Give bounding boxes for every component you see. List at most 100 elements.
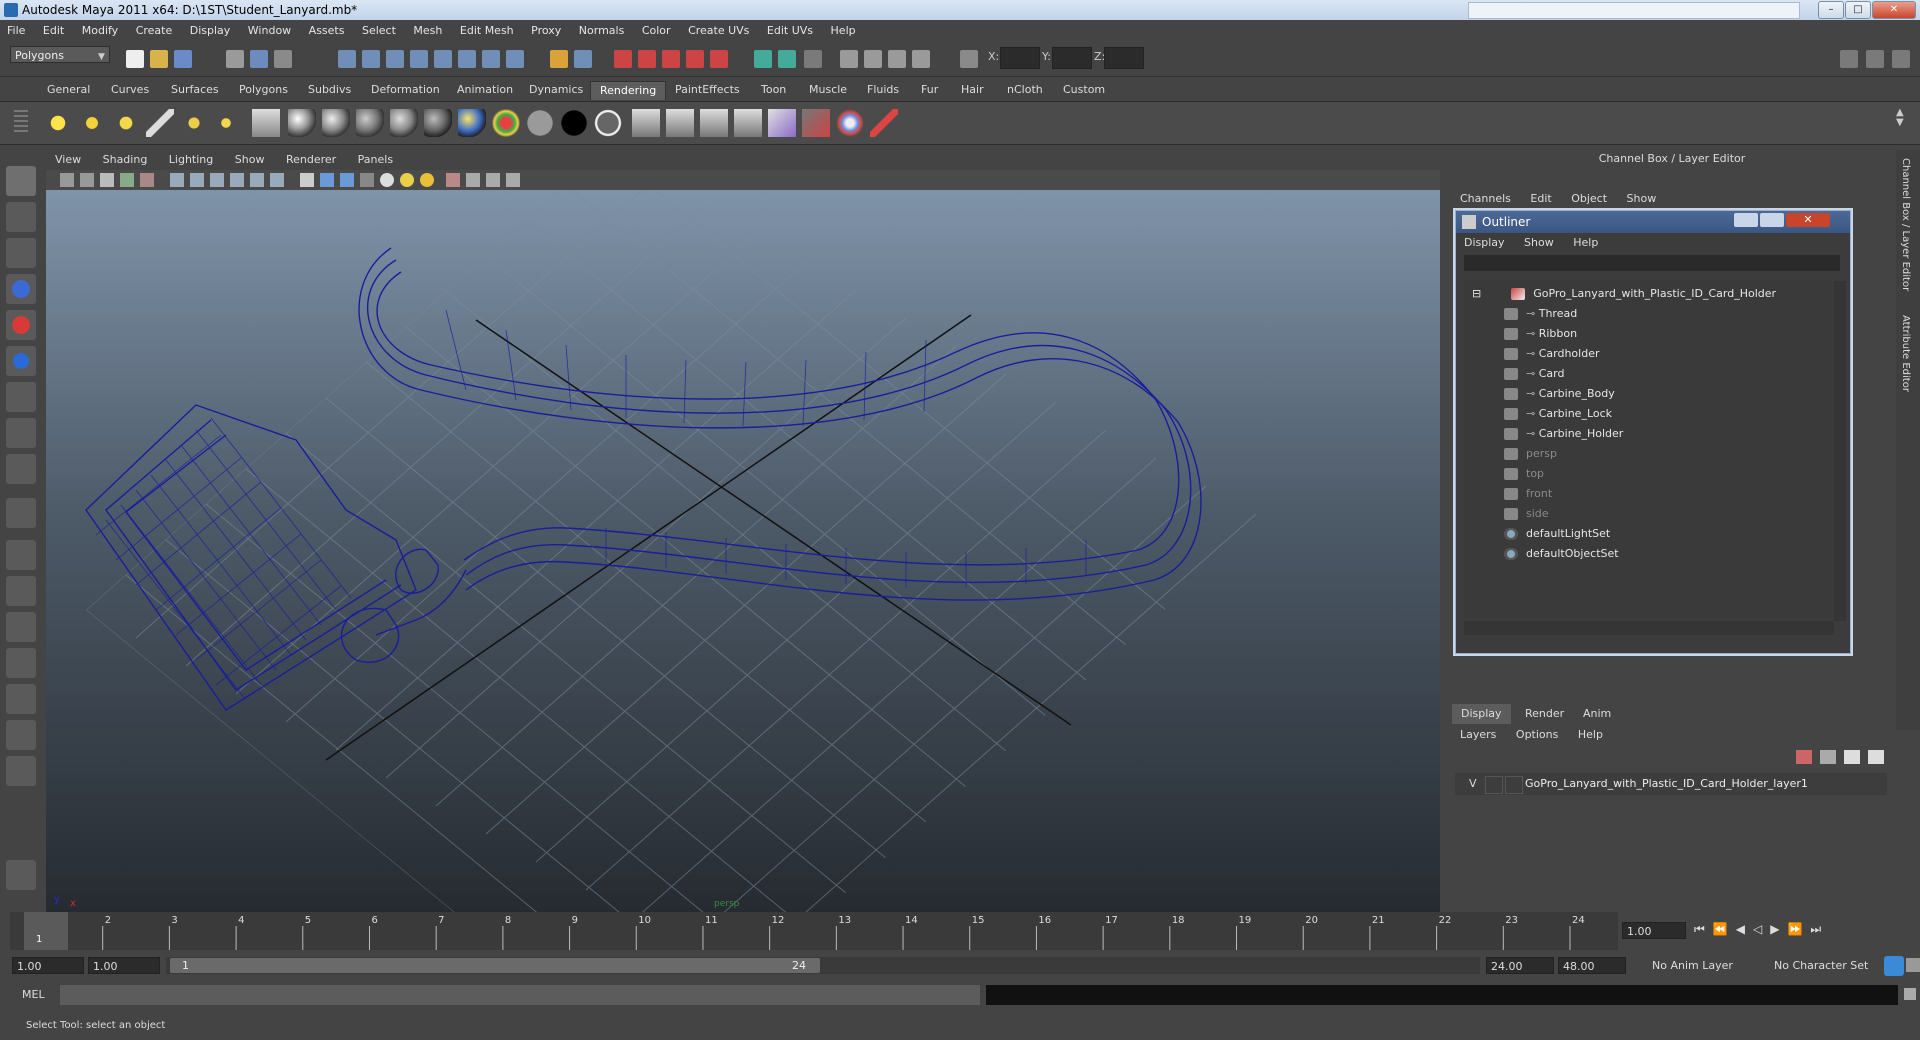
- light-editor-icon[interactable]: [252, 109, 280, 137]
- start-time-field[interactable]: 1.00: [12, 957, 84, 974]
- move-tool-icon[interactable]: [6, 274, 36, 304]
- layer-template-toggle[interactable]: [1485, 776, 1503, 794]
- cb-menu-channels[interactable]: Channels: [1452, 190, 1519, 208]
- attribute-editor-icon[interactable]: [864, 50, 882, 68]
- phong-shader-icon[interactable]: [356, 109, 384, 137]
- tab-custom[interactable]: Custom: [1054, 81, 1114, 99]
- tab-painteffects[interactable]: PaintEffects: [666, 81, 749, 99]
- layered-shader-icon[interactable]: [458, 109, 486, 137]
- menu-edit-mesh[interactable]: Edit Mesh: [453, 20, 521, 42]
- outliner-item[interactable]: ⊸ Carbine_Body: [1504, 385, 1615, 403]
- outliner-minimize-button[interactable]: [1734, 213, 1758, 227]
- character-set-dropdown[interactable]: No Character Set: [1770, 957, 1878, 974]
- save-scene-icon[interactable]: [174, 50, 192, 68]
- menu-assets[interactable]: Assets: [302, 20, 352, 42]
- outliner-item[interactable]: ⊸ Thread: [1504, 305, 1577, 323]
- menu-modify[interactable]: Modify: [75, 20, 125, 42]
- outliner-item[interactable]: ⊸ Carbine_Holder: [1504, 425, 1623, 443]
- command-input[interactable]: [60, 985, 980, 1005]
- lambert-shader-icon[interactable]: [322, 109, 350, 137]
- resolution-gate-icon[interactable]: [210, 173, 224, 187]
- open-scene-icon[interactable]: [150, 50, 168, 68]
- menu-display[interactable]: Display: [183, 20, 238, 42]
- outliner-titlebar[interactable]: Outliner ✕: [1456, 211, 1850, 233]
- tab-surfaces[interactable]: Surfaces: [162, 81, 228, 99]
- paint-select-tool-icon[interactable]: [6, 238, 36, 268]
- shading-map-icon[interactable]: [526, 109, 554, 137]
- bookmark-icon[interactable]: [100, 173, 114, 187]
- rotate-tool-icon[interactable]: [6, 310, 36, 340]
- menu-edit[interactable]: Edit: [36, 20, 71, 42]
- move-layer-up-icon[interactable]: [1796, 750, 1812, 764]
- anim-layer-dropdown[interactable]: No Anim Layer: [1648, 957, 1746, 974]
- layer-menu-options[interactable]: Options: [1508, 726, 1566, 744]
- tab-muscle[interactable]: Muscle: [800, 81, 856, 99]
- menu-create[interactable]: Create: [129, 20, 180, 42]
- show-tool-settings-icon[interactable]: [1866, 50, 1884, 68]
- animation-preferences-icon[interactable]: [1906, 958, 1920, 972]
- select-tool-icon[interactable]: [6, 166, 36, 196]
- command-language-label[interactable]: MEL: [22, 988, 45, 1001]
- high-quality-icon[interactable]: [506, 173, 520, 187]
- layer-tab-anim[interactable]: Anim: [1574, 704, 1620, 724]
- channel-box-icon[interactable]: [912, 50, 930, 68]
- perspective-viewport[interactable]: y x persp: [46, 190, 1440, 912]
- script-editor-icon[interactable]: [1904, 988, 1916, 1000]
- outliner-item[interactable]: front: [1504, 485, 1552, 503]
- outliner-graph-layout-icon[interactable]: [6, 720, 36, 750]
- minimize-button[interactable]: –: [1818, 1, 1844, 19]
- layer-visibility-toggle[interactable]: V: [1469, 777, 1477, 790]
- layer-tab-display[interactable]: Display: [1452, 704, 1511, 724]
- snap-plane-icon[interactable]: [410, 50, 428, 68]
- snap-curve-icon[interactable]: [362, 50, 380, 68]
- snap-grid-icon[interactable]: [338, 50, 356, 68]
- blinn-shader-icon[interactable]: [288, 109, 316, 137]
- layer-row[interactable]: V GoPro_Lanyard_with_Plastic_ID_Card_Hol…: [1455, 773, 1887, 795]
- tab-general[interactable]: General: [38, 81, 99, 99]
- tab-fluids[interactable]: Fluids: [858, 81, 908, 99]
- input-ops-icon[interactable]: [550, 50, 568, 68]
- menu-color[interactable]: Color: [635, 20, 678, 42]
- camera-select-icon[interactable]: [60, 173, 74, 187]
- lasso-tool-icon[interactable]: [6, 202, 36, 232]
- 2d-pan-zoom-icon[interactable]: [140, 173, 154, 187]
- single-perspective-layout-icon[interactable]: [6, 540, 36, 570]
- show-channel-box-icon[interactable]: [1892, 50, 1910, 68]
- anisotropic-shader-icon[interactable]: [424, 109, 452, 137]
- outliner-menu-display[interactable]: Display: [1456, 233, 1513, 253]
- menu-help[interactable]: Help: [824, 20, 863, 42]
- snap-point-icon[interactable]: [386, 50, 404, 68]
- phonge-shader-icon[interactable]: [390, 109, 418, 137]
- help-icon[interactable]: [506, 50, 524, 68]
- tab-toon[interactable]: Toon: [752, 81, 795, 99]
- go-to-end-icon[interactable]: ⏭: [1810, 922, 1829, 936]
- menu-file[interactable]: File: [0, 20, 32, 42]
- snap-view-icon[interactable]: [482, 50, 500, 68]
- step-forward-key-icon[interactable]: ⏩: [1787, 922, 1810, 936]
- close-button[interactable]: ✕: [1872, 1, 1916, 19]
- tab-rendering[interactable]: Rendering: [590, 81, 667, 100]
- render-frame-icon[interactable]: [638, 50, 656, 68]
- shadows-icon[interactable]: [420, 173, 434, 187]
- menu-mesh[interactable]: Mesh: [406, 20, 449, 42]
- ipr-render-shelf-icon[interactable]: [666, 109, 694, 137]
- xray-joints-icon[interactable]: [486, 173, 500, 187]
- camera-attributes-icon[interactable]: [80, 173, 94, 187]
- output-ops-icon[interactable]: [574, 50, 592, 68]
- viewport-menu-view[interactable]: View: [46, 150, 90, 170]
- outliner-menu-help[interactable]: Help: [1565, 233, 1606, 253]
- layer-menu-help[interactable]: Help: [1570, 726, 1611, 744]
- play-backward-icon[interactable]: ◁: [1753, 922, 1770, 936]
- outliner-horizontal-scrollbar[interactable]: [1464, 621, 1834, 635]
- ambient-light-icon[interactable]: [44, 109, 72, 137]
- volume-light-icon[interactable]: [212, 109, 240, 137]
- new-layer-selected-icon[interactable]: [1868, 750, 1884, 764]
- time-slider[interactable]: 123456789101112131415161718192021222324 …: [10, 912, 1618, 950]
- four-view-layout-icon[interactable]: [6, 576, 36, 606]
- input-field-menu-icon[interactable]: [778, 50, 796, 68]
- new-scene-icon[interactable]: [126, 50, 144, 68]
- viewport-menu-lighting[interactable]: Lighting: [160, 150, 222, 170]
- ipr-render-icon[interactable]: [662, 50, 680, 68]
- hypershade-shelf-icon[interactable]: [768, 109, 796, 137]
- step-back-frame-icon[interactable]: ◀: [1736, 922, 1753, 936]
